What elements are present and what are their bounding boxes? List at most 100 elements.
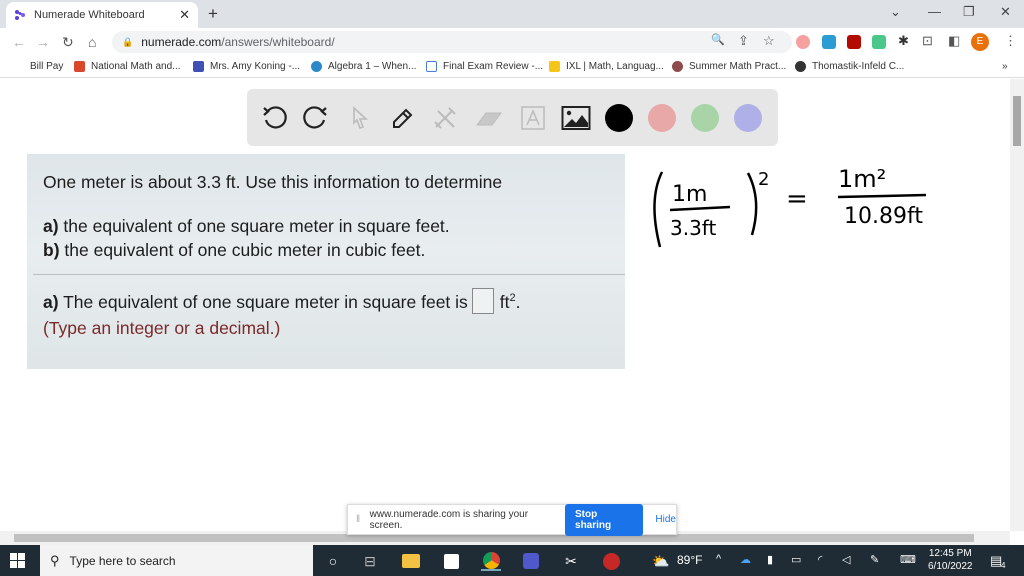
color-swatch-blue[interactable] — [734, 104, 762, 132]
restore-button[interactable]: ❐ — [963, 4, 975, 20]
extension-cloud-icon[interactable] — [822, 35, 836, 49]
taskbar-search-box[interactable]: ⚲ Type here to search — [40, 545, 313, 576]
tab-title: Numerade Whiteboard — [34, 9, 145, 21]
adobe-acrobat-icon[interactable] — [847, 35, 861, 49]
pencil-icon — [393, 108, 413, 128]
browser-tab-bar: Numerade Whiteboard ✕ + ⌄ — ❐ ✕ — [0, 0, 1024, 28]
pen-workspace-icon[interactable]: ✎ — [870, 553, 879, 566]
sharing-message: www.numerade.com is sharing your screen. — [369, 508, 529, 531]
color-swatch-black[interactable] — [605, 104, 633, 132]
microphone-icon[interactable]: ▮ — [767, 553, 773, 566]
minimize-button[interactable]: — — [928, 4, 941, 19]
touch-keyboard-icon[interactable]: ⌨ — [900, 553, 916, 566]
cortana-icon[interactable]: ○ — [323, 551, 343, 571]
text-tool-button[interactable] — [518, 103, 548, 133]
share-icon[interactable]: ⇪ — [738, 33, 749, 49]
search-placeholder: Type here to search — [69, 553, 176, 568]
battery-icon[interactable]: ▭ — [791, 553, 801, 566]
system-clock[interactable]: 12:45 PM 6/10/2022 — [928, 547, 973, 573]
forward-button[interactable]: → — [36, 34, 50, 50]
left-numerator: 1m — [672, 182, 707, 207]
drag-handle-icon[interactable]: ‖ — [356, 514, 364, 525]
windows-start-icon[interactable] — [10, 553, 26, 569]
address-bar-row: ← → ↻ ⌂ 🔒 numerade.com/answers/whiteboar… — [0, 28, 1024, 56]
tools-crossed-icon — [434, 107, 456, 129]
select-tool-button[interactable] — [345, 103, 375, 133]
zoom-icon[interactable]: 🔍 — [711, 33, 725, 46]
side-panel-icon[interactable]: ◧ — [948, 33, 960, 49]
url-path: /answers/whiteboard/ — [221, 35, 335, 49]
text-box-icon — [521, 106, 545, 130]
bookmark-summer-math[interactable]: Summer Math Pract... — [672, 61, 786, 72]
clock-date: 6/10/2022 — [928, 561, 973, 572]
url-domain: numerade.com — [141, 35, 222, 49]
shapes-tool-button[interactable] — [430, 103, 460, 133]
tab-search-icon[interactable]: ⌄ — [890, 4, 901, 20]
tab-close-icon[interactable]: ✕ — [179, 7, 190, 23]
handwritten-equation: 1m 3.3ft 2 = 1m² 10.89ft — [653, 165, 927, 248]
horizontal-scroll-thumb[interactable] — [14, 534, 974, 542]
whiteboard-canvas[interactable]: One meter is about 3.3 ft. Use this info… — [0, 79, 1010, 531]
eraser-tool-button[interactable] — [474, 103, 504, 133]
url-input[interactable]: 🔒 numerade.com/answers/whiteboard/ — [112, 31, 792, 53]
bookmarks-bar: Bill Pay National Math and... Mrs. Amy K… — [0, 56, 1024, 78]
bookmark-algebra-1[interactable]: Algebra 1 – When... — [311, 61, 416, 72]
exponent: 2 — [758, 169, 769, 190]
color-swatch-green[interactable] — [691, 104, 719, 132]
bookmark-mrs-amy-koning[interactable]: Mrs. Amy Koning -... — [193, 61, 300, 72]
right-denominator: 10.89ft — [844, 204, 923, 229]
show-hidden-icons[interactable]: ^ — [716, 553, 721, 565]
volume-icon[interactable]: ◁ — [842, 553, 850, 566]
bookmark-favicon — [672, 61, 683, 72]
wifi-icon[interactable]: ◜ — [818, 553, 822, 566]
file-explorer-icon[interactable] — [401, 551, 421, 571]
close-window-button[interactable]: ✕ — [1000, 4, 1011, 20]
microsoft-store-icon[interactable] — [441, 551, 461, 571]
cast-icon[interactable]: ⊡ — [922, 33, 933, 49]
search-icon: ⚲ — [50, 552, 60, 568]
task-view-icon[interactable]: ⊟ — [360, 551, 380, 571]
redo-button[interactable] — [301, 103, 331, 133]
snipping-tool-icon[interactable]: ✂ — [561, 551, 581, 571]
cursor-arrow-icon — [353, 106, 369, 130]
tab-numerade-whiteboard[interactable]: Numerade Whiteboard ✕ — [6, 2, 198, 28]
weather-icon[interactable]: ⛅ — [651, 551, 671, 571]
weather-temperature[interactable]: 89°F — [677, 553, 702, 567]
bookmarks-overflow-button[interactable]: » — [1002, 61, 1008, 72]
bookmark-bill-pay[interactable]: Bill Pay — [30, 61, 63, 72]
bookmark-thomastik-infeld[interactable]: Thomastik-Infeld C... — [795, 61, 904, 72]
stop-sharing-button[interactable]: Stop sharing — [565, 503, 644, 536]
right-paren — [746, 172, 758, 236]
right-numerator: 1m² — [838, 165, 886, 193]
image-icon — [561, 106, 591, 130]
bookmark-national-math[interactable]: National Math and... — [74, 61, 181, 72]
back-button[interactable]: ← — [12, 34, 26, 50]
bookmark-final-exam-review[interactable]: Final Exam Review -... — [426, 61, 543, 72]
extensions-puzzle-icon[interactable]: ✱ — [898, 33, 909, 49]
bookmark-ixl[interactable]: IXL | Math, Languag... — [549, 61, 664, 72]
chrome-taskbar-icon[interactable] — [481, 551, 501, 571]
bookmark-star-icon[interactable]: ☆ — [763, 33, 775, 49]
profile-avatar[interactable]: E — [971, 33, 989, 51]
app-red-icon[interactable] — [601, 551, 621, 571]
onedrive-icon[interactable]: ☁ — [740, 553, 751, 566]
reload-button[interactable]: ↻ — [62, 34, 74, 51]
teams-icon[interactable] — [521, 551, 541, 571]
wordpress-icon — [311, 61, 322, 72]
image-tool-button[interactable] — [561, 103, 591, 133]
chrome-menu-icon[interactable]: ⋮ — [1004, 33, 1017, 49]
vertical-scroll-thumb[interactable] — [1013, 96, 1021, 146]
new-tab-button[interactable]: + — [208, 4, 218, 24]
undo-button[interactable] — [259, 103, 289, 133]
hide-button[interactable]: Hide — [655, 514, 676, 525]
eraser-icon — [476, 112, 502, 126]
home-button[interactable]: ⌂ — [88, 34, 96, 50]
numerade-logo-icon — [15, 10, 25, 20]
vertical-scrollbar[interactable] — [1010, 79, 1024, 531]
extension-green-icon[interactable] — [872, 35, 886, 49]
color-swatch-red[interactable] — [648, 104, 676, 132]
extension-red-icon[interactable] — [796, 35, 810, 49]
pen-tool-button[interactable] — [388, 103, 418, 133]
left-paren — [653, 171, 664, 248]
windows-taskbar: ⚲ Type here to search ○ ⊟ ✂ ⛅ 89°F ^ ☁ ▮… — [0, 545, 1024, 576]
